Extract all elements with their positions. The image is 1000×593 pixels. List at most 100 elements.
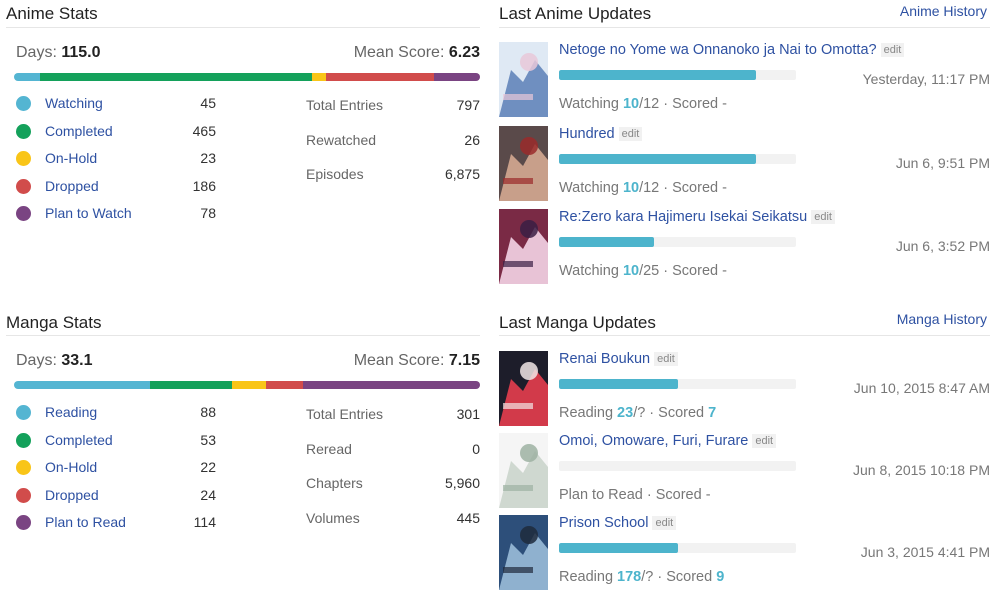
update-date: Jun 6, 3:52 PM — [895, 238, 990, 254]
status-link[interactable]: Reading — [45, 404, 97, 420]
status-dot-icon — [16, 487, 31, 503]
status-count: 88 — [200, 404, 216, 420]
progress-bar-fill — [559, 543, 678, 553]
progress-bar — [559, 379, 796, 389]
update-title-link[interactable]: Renai Boukun — [559, 351, 650, 367]
status-link[interactable]: Plan to Read — [45, 514, 126, 530]
score-label: Scored — [655, 487, 702, 503]
total-row: Reread 0 — [306, 441, 480, 461]
edit-button[interactable]: edit — [618, 127, 643, 141]
section-divider — [6, 27, 480, 28]
bar-segment-dropped — [266, 381, 304, 389]
status-link[interactable]: Completed — [45, 123, 113, 139]
progress-count: 10 — [622, 180, 640, 196]
update-title-link[interactable]: Netoge no Yome wa Onnanoko ja Nai to Omo… — [559, 42, 877, 58]
update-title-link[interactable]: Omoi, Omoware, Furi, Furare — [559, 433, 748, 449]
progress-total: /12 — [639, 96, 660, 112]
total-label: Rewatched — [306, 131, 377, 148]
status-count: 78 — [200, 205, 216, 221]
score-label: Scored — [666, 569, 713, 585]
progress-bar-fill — [559, 154, 757, 164]
update-title-link[interactable]: Hundred — [559, 126, 615, 142]
total-label: Chapters — [306, 475, 363, 491]
progress-total: /25 — [639, 263, 660, 279]
cover-image[interactable] — [499, 126, 548, 201]
update-title-link[interactable]: Re:Zero kara Hajimeru Isekai Seikatsu — [559, 209, 807, 225]
total-value: 301 — [456, 406, 480, 422]
status-count: 23 — [200, 150, 216, 166]
update-date: Jun 8, 2015 10:18 PM — [853, 462, 990, 478]
total-row: Rewatched 26 — [306, 132, 480, 152]
update-date: Jun 10, 2015 8:47 AM — [853, 380, 990, 396]
status-text: Watching — [559, 96, 619, 112]
total-value: 5,960 — [444, 475, 480, 491]
anime-status-distribution-bar — [14, 73, 480, 81]
status-dot-icon — [16, 460, 31, 475]
edit-button[interactable]: edit — [652, 516, 677, 530]
edit-button[interactable]: edit — [811, 210, 835, 224]
progress-count: 23 — [617, 405, 634, 421]
cover-image[interactable] — [499, 433, 548, 508]
update-title-link[interactable]: Prison School — [559, 515, 648, 531]
cover-image[interactable] — [499, 351, 548, 426]
update-entry: Prison School edit Jun 3, 2015 4:41 PM Read… — [499, 515, 990, 591]
status-dot-icon — [16, 405, 31, 420]
update-title-row: Re:Zero kara Hajimeru Isekai Seikatsu edi… — [559, 209, 835, 225]
total-row: Episodes 6,875 — [306, 166, 480, 186]
section-divider — [499, 335, 990, 336]
total-value: 6,875 — [444, 166, 480, 182]
bar-segment-planned — [303, 381, 480, 389]
progress-bar-fill — [559, 70, 757, 80]
status-dot-icon — [16, 123, 31, 139]
total-row: Chapters 5,960 — [306, 475, 480, 495]
score-text: Scored - — [672, 263, 727, 279]
section-divider — [499, 27, 990, 28]
status-dot-icon — [16, 432, 31, 448]
score-value: 7 — [708, 405, 717, 421]
manga-updates-title: Last Manga Updates — [499, 313, 656, 332]
total-value: 26 — [464, 131, 480, 148]
edit-button[interactable]: edit — [752, 434, 777, 448]
cover-image[interactable] — [499, 515, 548, 590]
status-link[interactable]: Dropped — [45, 178, 99, 194]
update-entry: Omoi, Omoware, Furi, Furare edit Jun 8, 20… — [499, 433, 990, 509]
score-label: Scored — [658, 405, 705, 421]
total-value: 0 — [472, 440, 480, 457]
status-link[interactable]: On-Hold — [45, 459, 97, 475]
anime-days: Days: 115.0 — [16, 44, 101, 61]
update-status: Reading 178/? · Scored 9 — [559, 569, 725, 585]
status-link[interactable]: Completed — [45, 432, 113, 448]
status-link[interactable]: On-Hold — [45, 150, 97, 166]
score-value: - — [705, 487, 711, 503]
total-label: Volumes — [306, 509, 360, 526]
status-link[interactable]: Watching — [45, 95, 103, 111]
status-dot-icon — [16, 96, 31, 111]
update-title-row: Prison School edit — [559, 515, 677, 531]
edit-button[interactable]: edit — [880, 43, 905, 57]
status-count: 22 — [200, 459, 216, 475]
status-row-completed: Completed 53 — [16, 431, 216, 451]
total-row: Total Entries 797 — [306, 97, 480, 117]
status-link[interactable]: Dropped — [45, 487, 99, 503]
status-link[interactable]: Plan to Watch — [45, 205, 132, 221]
anime-history-link[interactable]: Anime History — [900, 3, 987, 19]
cover-image[interactable] — [499, 42, 548, 117]
cover-image[interactable] — [499, 209, 548, 284]
manga-mean-score: Mean Score: 7.15 — [353, 352, 480, 369]
score-value: 9 — [716, 569, 725, 585]
bar-segment-on_hold — [312, 73, 326, 81]
bar-segment-planned — [434, 73, 480, 81]
update-date: Jun 3, 2015 4:41 PM — [860, 544, 990, 560]
total-label: Episodes — [306, 166, 364, 182]
update-status: Watching 10/25 · Scored - — [559, 263, 727, 279]
status-row-dropped: Dropped 24 — [16, 486, 216, 506]
anime-stats-title: Anime Stats — [6, 4, 98, 23]
status-text: Watching — [559, 263, 619, 279]
progress-total: /? — [641, 569, 654, 585]
total-row: Volumes 445 — [306, 510, 480, 530]
edit-button[interactable]: edit — [654, 352, 678, 366]
manga-history-link[interactable]: Manga History — [897, 311, 987, 327]
bar-segment-watching — [14, 73, 41, 81]
progress-bar — [559, 237, 796, 247]
manga-status-distribution-bar — [14, 381, 480, 389]
